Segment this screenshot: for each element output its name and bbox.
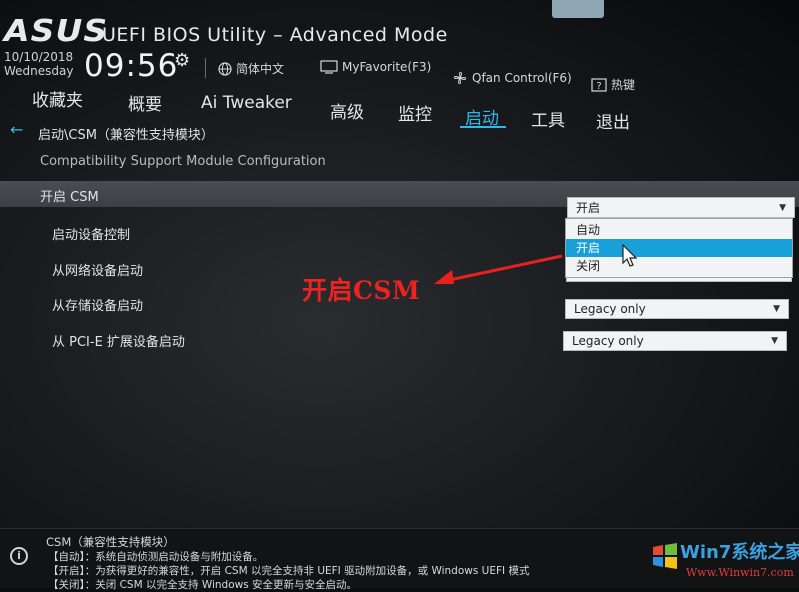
myfavorite-label: MyFavorite(F3) bbox=[342, 60, 432, 74]
tab-tool[interactable]: 工具 bbox=[531, 106, 565, 131]
monitor-icon bbox=[320, 60, 338, 74]
clock[interactable]: 09:56 bbox=[84, 48, 178, 84]
chevron-down-icon: ▼ bbox=[771, 336, 778, 346]
help-line-enabled: 【开启】：为获得更好的兼容性，开启 CSM 以完全支持非 UEFI 驱动附加设备… bbox=[48, 565, 530, 577]
storage-boot-value: Legacy only bbox=[574, 302, 646, 316]
dropdown-option-auto[interactable]: 自动 bbox=[566, 221, 792, 239]
chevron-down-icon: ▼ bbox=[773, 304, 780, 314]
bios-screen: ASUS UEFI BIOS Utility – Advanced Mode 1… bbox=[0, 0, 799, 591]
gear-icon[interactable]: ⚙ bbox=[174, 50, 190, 71]
mouse-cursor-icon bbox=[622, 243, 638, 272]
date-display: 10/10/2018 Wednesday bbox=[4, 50, 73, 78]
window-title: UEFI BIOS Utility – Advanced Mode bbox=[102, 24, 448, 46]
fan-icon bbox=[452, 70, 468, 86]
windows-logo-icon bbox=[653, 543, 677, 569]
csm-select[interactable]: 开启 ▼ bbox=[567, 197, 795, 218]
setting-label-boot-from-storage[interactable]: 从存储设备启动 bbox=[52, 295, 143, 314]
monitor-sticker bbox=[552, 0, 604, 18]
tab-exit[interactable]: 退出 bbox=[596, 108, 630, 133]
help-title: CSM（兼容性支持模块） bbox=[46, 535, 175, 549]
csm-dropdown-list[interactable]: 自动 开启 关闭 bbox=[565, 218, 793, 278]
watermark-url: Www.Winwin7.com bbox=[686, 566, 794, 579]
setting-label-boot-device-control[interactable]: 启动设备控制 bbox=[52, 224, 130, 243]
hotkeys-button[interactable]: ? 热键 bbox=[591, 76, 635, 93]
pcie-boot-select[interactable]: Legacy only ▼ bbox=[563, 331, 787, 351]
language-button[interactable]: 简体中文 bbox=[218, 60, 284, 77]
asus-logo: ASUS bbox=[4, 14, 109, 49]
active-tab-indicator bbox=[460, 126, 506, 128]
setting-label-boot-from-pcie[interactable]: 从 PCI-E 扩展设备启动 bbox=[52, 331, 185, 350]
hotkeys-label: 热键 bbox=[611, 78, 636, 92]
pcie-boot-value: Legacy only bbox=[572, 334, 644, 348]
back-arrow-icon[interactable]: ← bbox=[10, 120, 23, 139]
svg-text:?: ? bbox=[596, 81, 601, 92]
storage-boot-select[interactable]: Legacy only ▼ bbox=[565, 299, 789, 319]
watermark-brand: Win7系统之家 bbox=[680, 542, 799, 563]
help-line-disabled: 【关闭】：关闭 CSM 以完全支持 Windows 安全更新与安全启动。 bbox=[48, 579, 358, 591]
weekday-text: Wednesday bbox=[4, 64, 74, 78]
language-label: 简体中文 bbox=[236, 62, 285, 76]
help-line-auto: 【自动】：系统自动侦测启动设备与附加设备。 bbox=[48, 551, 264, 563]
annotation-text: 开启CSM bbox=[302, 276, 421, 305]
breadcrumb: 启动\CSM（兼容性支持模块） bbox=[38, 128, 214, 143]
chevron-down-icon: ▼ bbox=[779, 202, 786, 213]
header-divider bbox=[205, 58, 206, 78]
info-icon: i bbox=[10, 547, 28, 565]
dropdown-option-disabled[interactable]: 关闭 bbox=[566, 257, 792, 275]
csm-select-value: 开启 bbox=[576, 201, 601, 215]
qfan-label: Qfan Control(F6) bbox=[472, 71, 572, 85]
date-text: 10/10/2018 bbox=[4, 50, 74, 64]
myfavorite-button[interactable]: MyFavorite(F3) bbox=[320, 60, 431, 74]
tab-favorites[interactable]: 收藏夹 bbox=[32, 86, 83, 111]
tab-advanced[interactable]: 高级 bbox=[330, 98, 364, 123]
globe-icon bbox=[218, 61, 232, 76]
annotation-arrow-icon bbox=[434, 254, 563, 284]
setting-label-csm[interactable]: 开启 CSM bbox=[40, 186, 99, 205]
help-key-icon: ? bbox=[591, 77, 607, 92]
tab-overview[interactable]: 概要 bbox=[128, 90, 162, 115]
tab-monitor[interactable]: 监控 bbox=[398, 100, 432, 125]
qfan-button[interactable]: Qfan Control(F6) bbox=[452, 70, 572, 86]
setting-label-boot-from-network[interactable]: 从网络设备启动 bbox=[52, 260, 143, 279]
tab-ai-tweaker[interactable]: Ai Tweaker bbox=[201, 93, 292, 113]
dropdown-option-enabled[interactable]: 开启 bbox=[566, 239, 792, 257]
page-subtitle: Compatibility Support Module Configurati… bbox=[40, 154, 326, 169]
